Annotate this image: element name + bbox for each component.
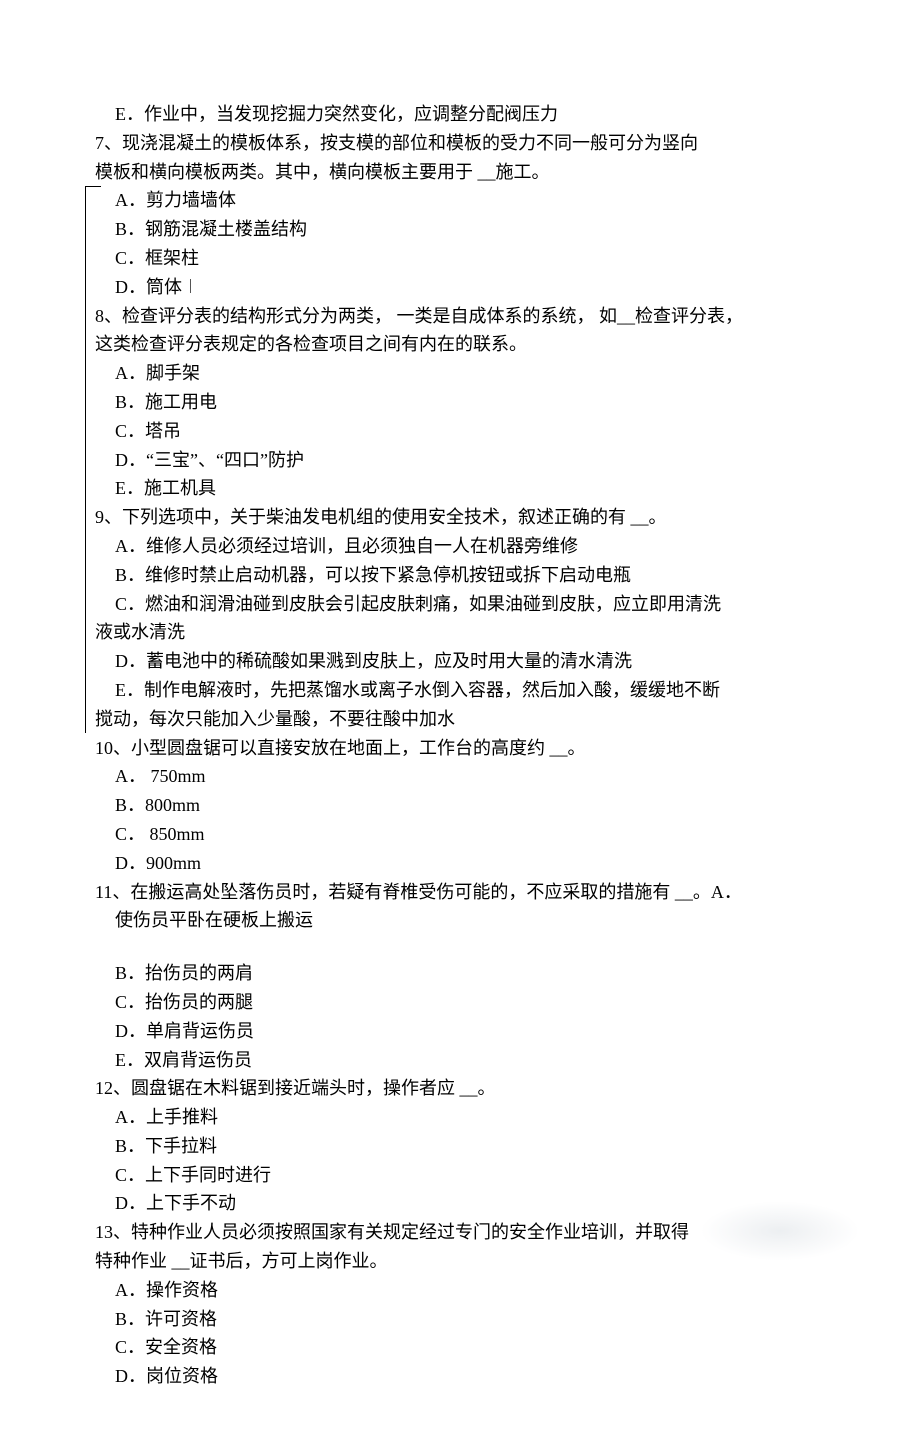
q13-option-a: A．操作资格: [95, 1276, 830, 1305]
q8-option-c: C．塔吊: [95, 417, 830, 446]
q9-option-d: D．蓄电池中的稀硫酸如果溅到皮肤上，应及时用大量的清水清洗: [95, 647, 830, 676]
q8-text-line2: 这类检查评分表规定的各检查项目之间有内在的联系。: [95, 330, 830, 359]
q9-option-e-line2: 搅动，每次只能加入少量酸，不要往酸中加水: [95, 705, 830, 734]
q11-option-d: D．单肩背运伤员: [95, 1017, 830, 1046]
q11-option-c: C．抬伤员的两腿: [95, 988, 830, 1017]
q11-option-b: B．抬伤员的两肩: [95, 959, 830, 988]
q12-option-a: A．上手推料: [95, 1103, 830, 1132]
q6-option-e: E．作业中，当发现挖掘力突然变化，应调整分配阀压力: [95, 100, 830, 129]
q7-option-d-text: D．筒体: [115, 277, 182, 297]
q7-text-line1: 7、现浇混凝土的模板体系，按支模的部位和模板的受力不同一般可分为竖向: [95, 129, 830, 158]
q8-option-a: A．脚手架: [95, 359, 830, 388]
q11-text-line1: 11、在搬运高处坠落伤员时，若疑有脊椎受伤可能的，不应采取的措施有 __。A．: [95, 878, 830, 907]
q10-option-d: D．900mm: [95, 849, 830, 878]
q10-option-a: A． 750mm: [95, 762, 830, 791]
q8-block: 8、检查评分表的结构形式分为两类， 一类是自成体系的系统， 如__检查评分表， …: [95, 302, 830, 504]
q10-option-b: B．800mm: [95, 791, 830, 820]
q7-option-d: D．筒体: [95, 273, 830, 302]
q9-option-c-line2: 液或水清洗: [95, 618, 830, 647]
q7-option-b: B．钢筋混凝土楼盖结构: [95, 215, 830, 244]
q8-option-e: E．施工机具: [95, 474, 830, 503]
q7-text-line2: 模板和横向模板两类。其中，横向模板主要用于 __施工。: [95, 158, 830, 187]
q9-option-c-line1: C．燃油和润滑油碰到皮肤会引起皮肤刺痛，如果油碰到皮肤，应立即用清洗: [95, 590, 830, 619]
q12-option-c: C．上下手同时进行: [95, 1161, 830, 1190]
q7-options-box: A．剪力墙墙体 B．钢筋混凝土楼盖结构 C．框架柱 D．筒体: [95, 186, 830, 301]
q13-text-line1: 13、特种作业人员必须按照国家有关规定经过专门的安全作业培训，并取得: [95, 1218, 830, 1247]
q13-option-c: C．安全资格: [95, 1333, 830, 1362]
q8-option-d: D．“三宝”、“四口”防护: [95, 446, 830, 475]
q13-option-b: B．许可资格: [95, 1305, 830, 1334]
q10-option-c: C． 850mm: [95, 820, 830, 849]
q11-text-line2: 使伤员平卧在硬板上搬运: [95, 906, 830, 935]
q10-text: 10、小型圆盘锯可以直接安放在地面上，工作台的高度约 __。: [95, 734, 830, 763]
q13-option-d: D．岗位资格: [95, 1362, 830, 1391]
q9-option-a: A．维修人员必须经过培训，且必须独自一人在机器旁维修: [95, 532, 830, 561]
q7-option-a: A．剪力墙墙体: [95, 186, 830, 215]
q9-option-b: B．维修时禁止启动机器，可以按下紧急停机按钮或拆下启动电瓶: [95, 561, 830, 590]
q8-text-line1: 8、检查评分表的结构形式分为两类， 一类是自成体系的系统， 如__检查评分表，: [95, 302, 830, 331]
q11-option-e: E．双肩背运伤员: [95, 1046, 830, 1075]
q13-text-line2: 特种作业 __证书后，方可上岗作业。: [95, 1247, 830, 1276]
q12-option-b: B．下手拉料: [95, 1132, 830, 1161]
document-page: E．作业中，当发现挖掘力突然变化，应调整分配阀压力 7、现浇混凝土的模板体系，按…: [0, 0, 920, 1441]
q12-text: 12、圆盘锯在木料锯到接近端头时，操作者应 __。: [95, 1074, 830, 1103]
q9-option-e-line1: E．制作电解液时，先把蒸馏水或离子水倒入容器，然后加入酸，缓缓地不断: [95, 676, 830, 705]
q9-text: 9、下列选项中，关于柴油发电机组的使用安全技术，叙述正确的有 __。: [95, 503, 830, 532]
q8-option-b: B．施工用电: [95, 388, 830, 417]
q9-block: 9、下列选项中，关于柴油发电机组的使用安全技术，叙述正确的有 __。 A．维修人…: [95, 503, 830, 733]
q12-option-d: D．上下手不动: [95, 1189, 830, 1218]
q7-option-c: C．框架柱: [95, 244, 830, 273]
